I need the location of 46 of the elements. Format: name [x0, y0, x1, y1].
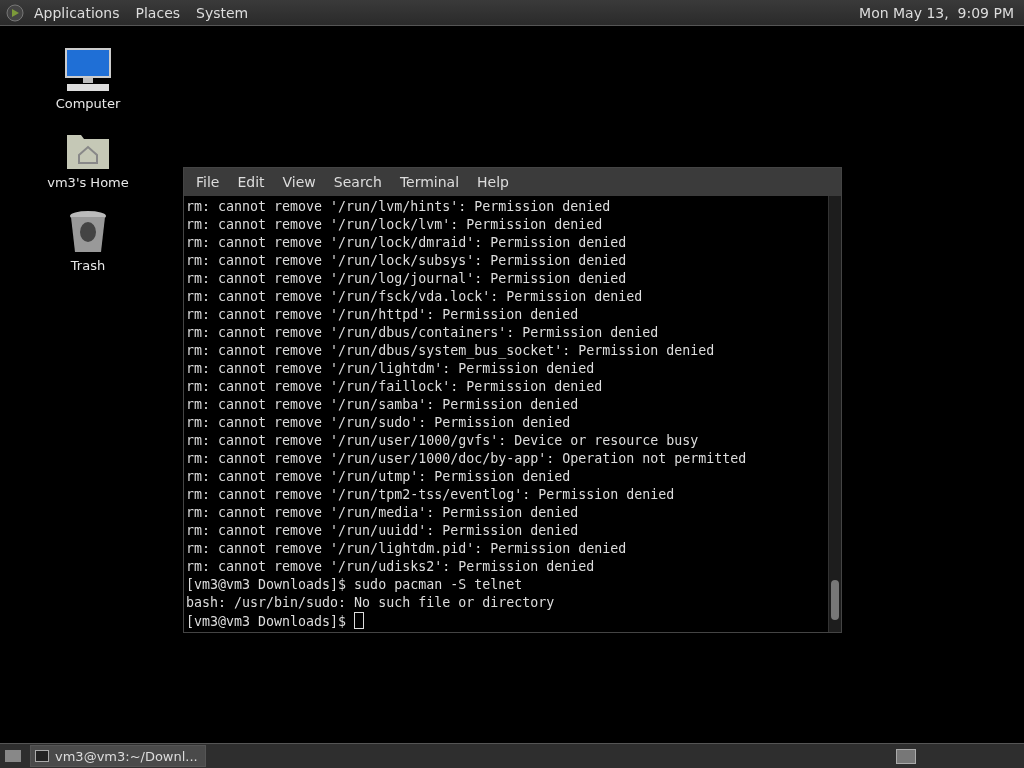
terminal-line: rm: cannot remove '/run/fsck/vda.lock': Permission denied — [186, 288, 644, 306]
terminal-menu-item[interactable]: Search — [325, 174, 390, 190]
terminal-line: bash: /usr/bin/sudo: No such file or directory — [186, 594, 556, 612]
terminal-line: rm: cannot remove '/run/lock/dmraid': Permission denied — [186, 234, 628, 252]
terminal-line: rm: cannot remove '/run/dbus/system_bus_socket': Permission denied — [186, 342, 716, 360]
terminal-line: rm: cannot remove '/run/lock/lvm': Permission denied — [186, 216, 604, 234]
terminal-line: [vm3@vm3 Downloads]$ sudo pacman -S telnet — [186, 576, 524, 594]
trash-icon — [68, 210, 108, 254]
terminal-line: rm: cannot remove '/run/httpd': Permission denied — [186, 306, 580, 324]
terminal-line: rm: cannot remove '/run/udisks2': Permission denied — [186, 558, 596, 576]
terminal-line: rm: cannot remove '/run/utmp': Permission denied — [186, 468, 572, 486]
desktop-icon-label[interactable]: Trash — [70, 258, 106, 273]
terminal-line: rm: cannot remove '/run/user/1000/doc/by-app': Operation not permitted — [186, 450, 748, 468]
terminal-line: rm: cannot remove '/run/lightdm.pid': Permission denied — [186, 540, 628, 558]
terminal-line: rm: cannot remove '/run/tpm2-tss/eventlog': Permission denied — [186, 486, 676, 504]
terminal-line: rm: cannot remove '/run/samba': Permission denied — [186, 396, 580, 414]
terminal-menu-item[interactable]: File — [188, 174, 228, 190]
terminal-line: rm: cannot remove '/run/dbus/containers': Permission denied — [186, 324, 660, 342]
panel-menu[interactable]: Places — [129, 4, 187, 21]
terminal-icon — [35, 750, 49, 762]
terminal-prompt: [vm3@vm3 Downloads]$ — [186, 614, 347, 629]
desktop-icon-label[interactable]: vm3's Home — [47, 175, 129, 190]
clock[interactable]: Mon May 13, 9:09 PM — [859, 4, 1018, 21]
desktop-icon[interactable] — [4, 748, 22, 764]
taskbar-window-button[interactable]: vm3@vm3:~/Downl... — [30, 745, 206, 767]
terminal-menu-item[interactable]: Help — [469, 174, 517, 190]
terminal-line: rm: cannot remove '/run/uuidd': Permission denied — [186, 522, 580, 540]
panel-menu[interactable]: Applications — [28, 4, 126, 21]
terminal-line: rm: cannot remove '/run/media': Permission denied — [186, 504, 580, 522]
terminal-line: rm: cannot remove '/run/faillock': Permission denied — [186, 378, 604, 396]
workspace-switcher[interactable] — [896, 748, 916, 764]
terminal-line: rm: cannot remove '/run/log/journal': Permission denied — [186, 270, 628, 288]
terminal-line: rm: cannot remove '/run/sudo': Permission denied — [186, 414, 572, 432]
desktop-icon-label[interactable]: Computer — [55, 96, 121, 111]
terminal-menu-item[interactable]: View — [274, 174, 324, 190]
panel-menu[interactable]: System — [190, 4, 255, 21]
terminal-line: rm: cannot remove '/run/lightdm': Permission denied — [186, 360, 596, 378]
terminal-line: rm: cannot remove '/run/user/1000/gvfs': Device or resource busy — [186, 432, 700, 450]
terminal-menu-item[interactable]: Edit — [229, 174, 273, 190]
terminal-menu-item[interactable]: Terminal — [391, 174, 468, 190]
terminal-line: rm: cannot remove '/run/lvm/hints': Permission denied — [186, 198, 612, 216]
scrollbar-thumb[interactable] — [831, 580, 839, 620]
text-cursor — [354, 612, 365, 629]
monitor-icon — [63, 46, 113, 92]
terminal-line: rm: cannot remove '/run/lock/subsys': Permission denied — [186, 252, 628, 270]
app-logo-icon[interactable] — [6, 3, 24, 22]
